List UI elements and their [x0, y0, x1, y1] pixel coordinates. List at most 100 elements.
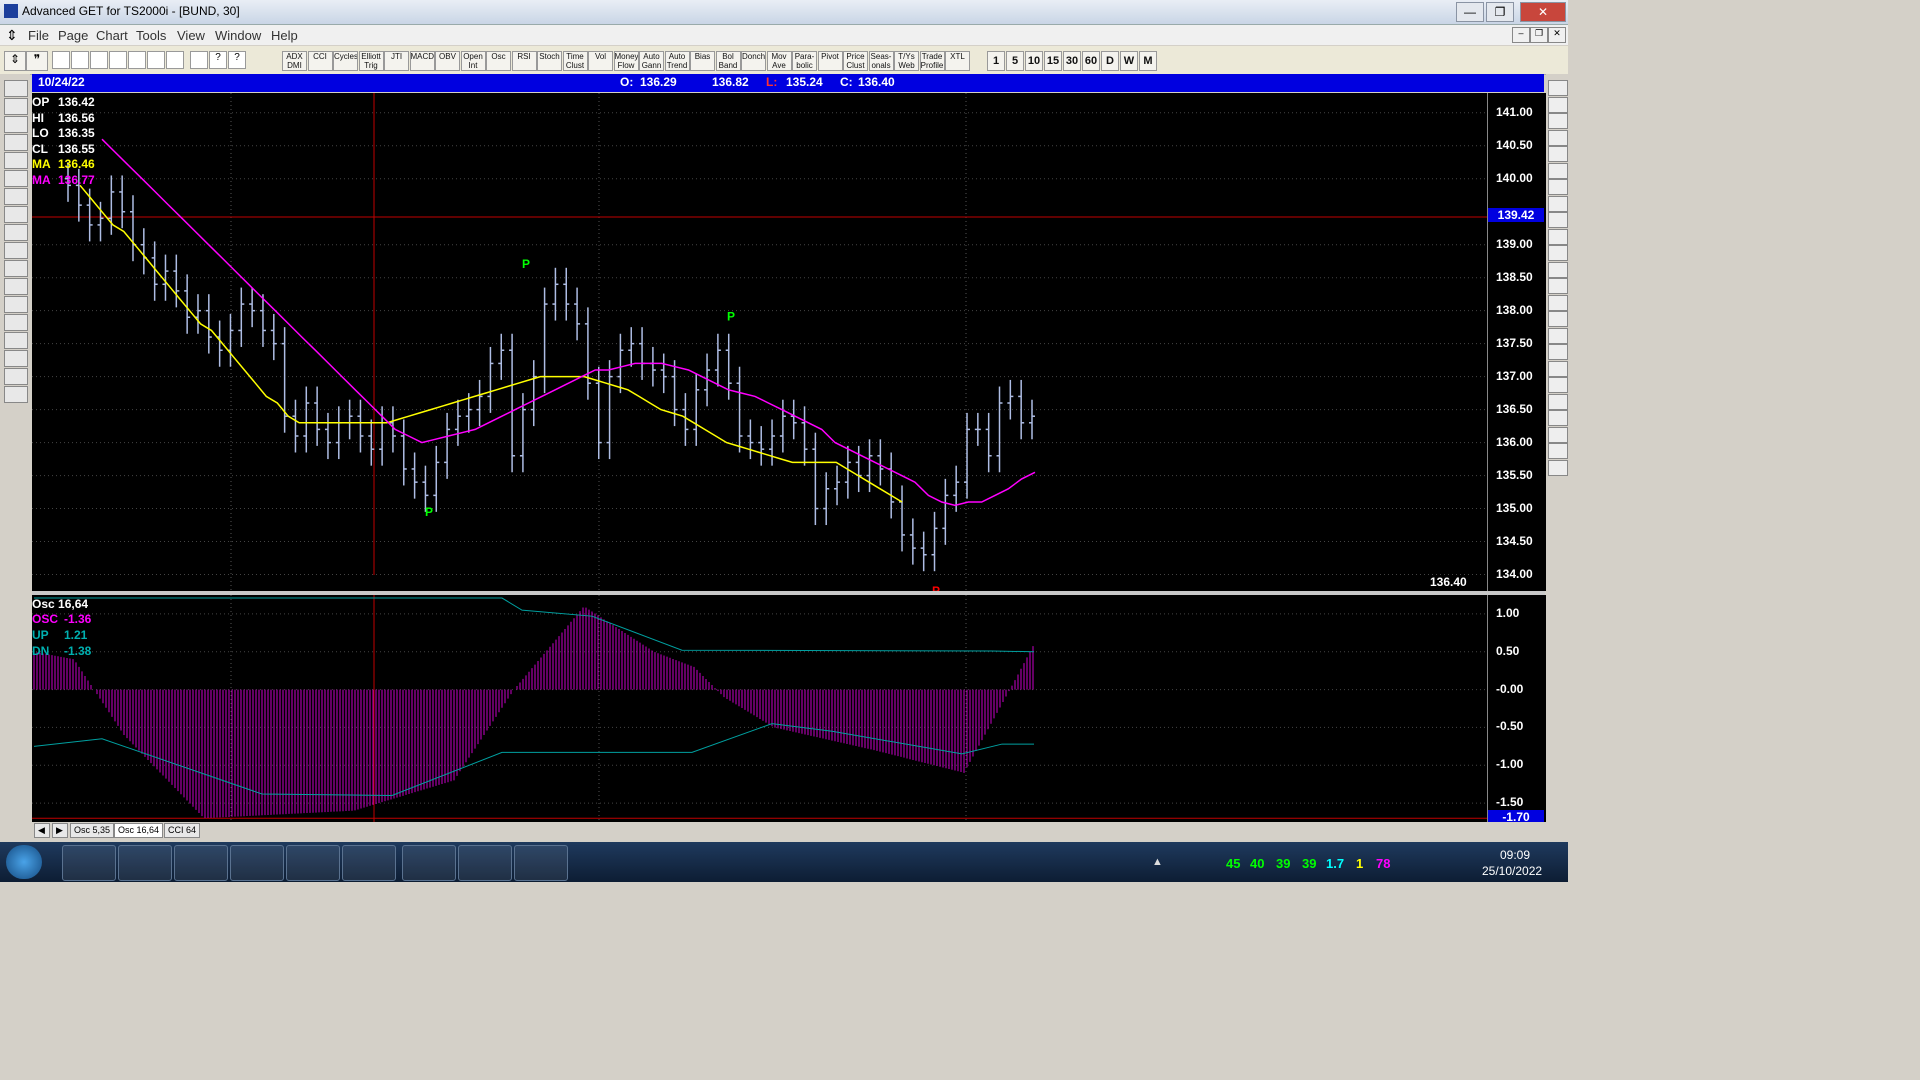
- fib-icon[interactable]: [4, 350, 28, 367]
- taskbar-advancedget-icon[interactable]: [514, 845, 568, 881]
- menu-file[interactable]: File: [28, 28, 49, 43]
- indicator-button-23[interactable]: Seas-onals: [868, 51, 894, 71]
- drawing-tool-18-icon[interactable]: [1548, 377, 1568, 393]
- lines-icon[interactable]: [4, 314, 28, 331]
- copy-icon[interactable]: [109, 51, 127, 69]
- drawing-tool-16-icon[interactable]: [1548, 344, 1568, 360]
- drawing-tool-7-icon[interactable]: [1548, 195, 1568, 212]
- print-icon[interactable]: [190, 51, 208, 69]
- indicator-button-8[interactable]: Osc: [486, 51, 511, 71]
- indicator-button-25[interactable]: Trade Profile: [919, 51, 945, 71]
- drawing-tool-19-icon[interactable]: [1548, 393, 1568, 410]
- indicator-button-14[interactable]: Auto Gann: [639, 51, 664, 71]
- open-icon[interactable]: [4, 80, 28, 97]
- mdi-minimize-button[interactable]: –: [1512, 27, 1530, 43]
- timeframe-button-W[interactable]: W: [1120, 51, 1138, 71]
- arrow-left-icon[interactable]: [4, 206, 28, 223]
- chart-icon[interactable]: [166, 51, 184, 69]
- elliott-icon[interactable]: [4, 152, 28, 169]
- indicator-button-0[interactable]: ADX DMI: [282, 51, 307, 71]
- taskbar-excel-icon[interactable]: [342, 845, 396, 881]
- save-page-icon[interactable]: [90, 51, 108, 69]
- new-page-icon[interactable]: [52, 51, 70, 69]
- drawing-tool-1-icon[interactable]: [1548, 96, 1568, 113]
- drawing-tool-13-icon[interactable]: [1548, 294, 1568, 311]
- indicator-button-15[interactable]: Auto Trend: [664, 51, 690, 71]
- channel-icon[interactable]: [4, 260, 28, 277]
- indicator-button-4[interactable]: JTI: [384, 51, 409, 71]
- timeframe-button-5[interactable]: 5: [1006, 51, 1024, 71]
- clock-time[interactable]: 09:09: [1500, 848, 1530, 862]
- indicator-button-17[interactable]: Bol Band: [715, 51, 741, 71]
- timeframe-button-10[interactable]: 10: [1025, 51, 1043, 71]
- drawing-tool-6-icon[interactable]: [1548, 179, 1568, 195]
- drawing-tool-17-icon[interactable]: [1548, 360, 1568, 377]
- drawing-tool-12-icon[interactable]: [1548, 278, 1568, 294]
- trend-icon[interactable]: [4, 242, 28, 259]
- drawing-tool-14-icon[interactable]: [1548, 311, 1568, 327]
- oscillator-pane[interactable]: Osc 16,64 OSC -1.36 UP 1.21 DN -1.38: [32, 595, 1487, 822]
- menu-chart[interactable]: Chart: [96, 28, 128, 43]
- menu-page[interactable]: Page: [58, 28, 88, 43]
- tray-show-hidden-icon[interactable]: ▲: [1152, 856, 1163, 868]
- taskbar-browser-icon[interactable]: [174, 845, 228, 881]
- menu-window[interactable]: Window: [215, 28, 261, 43]
- drawing-tool-22-icon[interactable]: [1548, 443, 1568, 459]
- maximize-button[interactable]: ❐: [1486, 2, 1514, 22]
- tab-cci-64[interactable]: CCI 64: [164, 823, 201, 838]
- mdi-close-button[interactable]: ✕: [1548, 27, 1566, 43]
- zoom-in-icon[interactable]: [4, 98, 28, 115]
- indicator-button-12[interactable]: Vol: [588, 51, 613, 71]
- timeframe-button-1[interactable]: 1: [987, 51, 1005, 71]
- taskbar-edge-icon[interactable]: [286, 845, 340, 881]
- indicator-button-10[interactable]: Stoch: [537, 51, 562, 71]
- menu-view[interactable]: View: [177, 28, 205, 43]
- drawing-tool-21-icon[interactable]: [1548, 426, 1568, 443]
- indicator-button-11[interactable]: Time Clust: [562, 51, 588, 71]
- arrow-up-icon[interactable]: [4, 170, 28, 187]
- indicator-button-18[interactable]: Donch: [741, 51, 766, 71]
- indicator-button-16[interactable]: Bias: [690, 51, 715, 71]
- drawing-tool-23-icon[interactable]: [1548, 459, 1568, 476]
- crosshair-icon[interactable]: [4, 368, 28, 385]
- taskbar-network-icon[interactable]: [230, 845, 284, 881]
- drawing-tool-15-icon[interactable]: [1548, 327, 1568, 344]
- indicator-button-20[interactable]: Para-bolic: [792, 51, 817, 71]
- taskbar-ie-icon[interactable]: [402, 845, 456, 881]
- indicator-button-13[interactable]: Money Flow: [613, 51, 639, 71]
- drawing-tool-0-icon[interactable]: [1548, 80, 1568, 96]
- open-page-icon[interactable]: [71, 51, 89, 69]
- indicator-button-2[interactable]: Cycles: [333, 51, 358, 71]
- drawing-tool-11-icon[interactable]: [1548, 261, 1568, 278]
- paste-icon[interactable]: [128, 51, 146, 69]
- arrow-down-icon[interactable]: [4, 188, 28, 205]
- price-chart-pane[interactable]: P P P P OP 136.42 HI 136.56 LO 136.35 CL 136.55 MA 1…: [32, 93, 1487, 591]
- clock-date[interactable]: 25/10/2022: [1482, 864, 1542, 878]
- indicator-button-26[interactable]: XTL: [945, 51, 970, 71]
- indicator-button-19[interactable]: Mov Ave: [766, 51, 792, 71]
- drawing-tool-9-icon[interactable]: [1548, 228, 1568, 245]
- tab-osc-16-64[interactable]: Osc 16,64: [114, 823, 164, 838]
- drawing-tool-5-icon[interactable]: [1548, 162, 1568, 179]
- pointer-icon[interactable]: ⇕: [4, 51, 26, 71]
- drawing-tool-2-icon[interactable]: [1548, 113, 1568, 129]
- grid-icon[interactable]: [4, 296, 28, 313]
- timeframe-button-60[interactable]: 60: [1082, 51, 1100, 71]
- drawing-tool-20-icon[interactable]: [1548, 410, 1568, 426]
- properties-icon[interactable]: [4, 386, 28, 403]
- reset-icon[interactable]: [4, 116, 28, 133]
- timeframe-button-30[interactable]: 30: [1063, 51, 1081, 71]
- menu-help[interactable]: Help: [271, 28, 298, 43]
- taskbar-tool-icon[interactable]: [458, 845, 512, 881]
- indicator-button-3[interactable]: Elliott Trig: [358, 51, 384, 71]
- timeframe-button-M[interactable]: M: [1139, 51, 1157, 71]
- indicator-button-7[interactable]: Open Int: [460, 51, 486, 71]
- expand-icon[interactable]: [4, 278, 28, 295]
- indicator-button-21[interactable]: Pivot: [817, 51, 843, 71]
- start-button[interactable]: [6, 845, 42, 879]
- gann-icon[interactable]: [4, 332, 28, 349]
- drawing-tool-8-icon[interactable]: [1548, 212, 1568, 228]
- indicator-button-1[interactable]: CCI: [307, 51, 333, 71]
- drawing-tool-4-icon[interactable]: [1548, 146, 1568, 162]
- timeframe-button-15[interactable]: 15: [1044, 51, 1062, 71]
